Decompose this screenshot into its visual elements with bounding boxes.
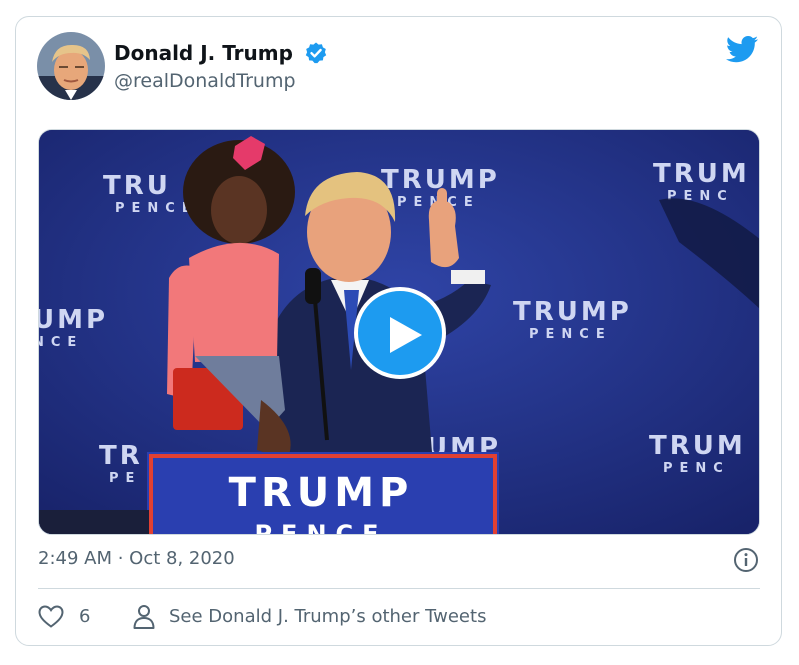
svg-text:TRUM: TRUM bbox=[649, 431, 746, 461]
author-name[interactable]: Donald J. Trump bbox=[114, 41, 293, 65]
info-icon[interactable] bbox=[733, 547, 759, 573]
author-avatar[interactable] bbox=[37, 32, 105, 100]
svg-text:TRUM: TRUM bbox=[653, 159, 750, 189]
svg-text:PE: PE bbox=[109, 471, 141, 486]
svg-text:TR: TR bbox=[99, 441, 143, 471]
podium-trump-text: TRUMP bbox=[229, 470, 414, 516]
tweet-timestamp[interactable]: 2:49 AM · Oct 8, 2020 bbox=[38, 548, 235, 569]
play-icon bbox=[390, 317, 422, 353]
svg-text:PENC: PENC bbox=[663, 461, 730, 476]
verified-badge-icon bbox=[304, 41, 328, 65]
person-icon[interactable] bbox=[132, 604, 156, 630]
author-handle[interactable]: @realDonaldTrump bbox=[114, 70, 296, 92]
twitter-bird-icon[interactable] bbox=[725, 35, 759, 65]
svg-text:UMP: UMP bbox=[39, 305, 108, 335]
svg-text:NCE: NCE bbox=[39, 335, 83, 350]
like-count: 6 bbox=[79, 606, 91, 627]
heart-icon[interactable] bbox=[38, 605, 64, 629]
svg-text:PENCE: PENCE bbox=[529, 327, 612, 342]
play-button[interactable] bbox=[354, 287, 446, 379]
video-player[interactable]: TRU PENCE TRUMP PENCE TRUM PENC UMP NCE … bbox=[38, 129, 760, 535]
tweet-card: Donald J. Trump @realDonaldTrump TRU PEN… bbox=[15, 16, 782, 646]
svg-text:TRU: TRU bbox=[103, 171, 171, 201]
svg-text:TRUMP: TRUMP bbox=[513, 297, 632, 327]
podium-pence-text: PENCE bbox=[254, 520, 387, 535]
see-other-tweets-link[interactable]: See Donald J. Trump’s other Tweets bbox=[169, 606, 486, 627]
footer-divider bbox=[38, 588, 760, 589]
